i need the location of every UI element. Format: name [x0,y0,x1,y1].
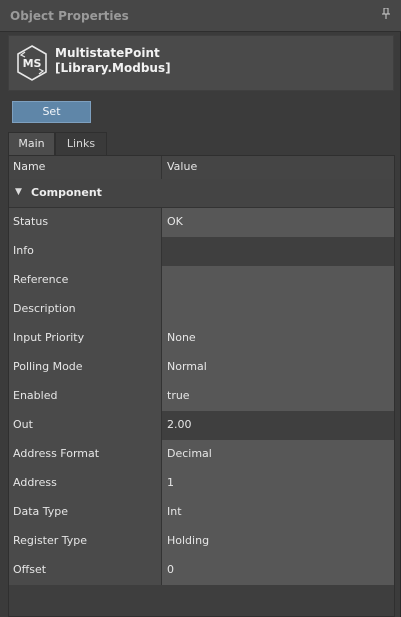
property-name: Status [9,208,162,237]
collapse-arrow-icon[interactable]: ▼ [15,187,22,197]
property-tabs: Main Links [8,132,394,156]
property-value[interactable]: 0 [162,556,394,585]
group-label: Component [31,186,102,199]
table-row[interactable]: Enabled true [9,382,394,411]
table-row[interactable]: Offset 0 [9,556,394,585]
panel-titlebar: Object Properties [0,0,401,32]
table-row[interactable]: Input Priority None [9,324,394,353]
property-value[interactable]: Normal [162,353,394,382]
object-header: MS MultistatePoint [Library.Modbus] [8,35,394,91]
tab-links[interactable]: Links [55,132,107,156]
table-row[interactable]: Polling Mode Normal [9,353,394,382]
table-row[interactable]: Info [9,237,394,266]
property-name: Register Type [9,527,162,556]
panel-title: Object Properties [10,9,129,23]
property-value[interactable]: Int [162,498,394,527]
group-component[interactable]: ▼ Component [9,179,394,208]
property-value[interactable]: Decimal [162,440,394,469]
tab-main[interactable]: Main [8,132,55,156]
table-row[interactable]: Address Format Decimal [9,440,394,469]
property-name: Description [9,295,162,324]
table-row[interactable]: Out 2.00 [9,411,394,440]
property-value[interactable] [162,237,394,266]
property-value[interactable]: 1 [162,469,394,498]
table-row[interactable]: Reference [9,266,394,295]
object-properties-panel: Object Properties MS MultistatePoint [Li… [0,0,401,617]
ms-icon-label: MS [23,57,42,70]
pin-icon[interactable] [381,7,391,22]
property-value[interactable] [162,266,394,295]
table-row[interactable]: Data Type Int [9,498,394,527]
set-button[interactable]: Set [12,101,91,123]
property-name: Offset [9,556,162,585]
object-type-label: MultistatePoint [55,46,160,60]
property-name: Data Type [9,498,162,527]
object-library-label: [Library.Modbus] [55,61,171,75]
property-value[interactable] [162,295,394,324]
property-value[interactable]: None [162,324,394,353]
grid-header: Name Value [9,156,394,179]
table-row[interactable]: Register Type Holding [9,527,394,556]
property-name: Input Priority [9,324,162,353]
property-name: Enabled [9,382,162,411]
property-value[interactable]: 2.00 [162,411,394,440]
table-row[interactable]: Address 1 [9,469,394,498]
property-name: Polling Mode [9,353,162,382]
table-row[interactable]: Status OK [9,208,394,237]
multistate-point-icon: MS [15,44,49,82]
property-grid: Name Value ▼ Component Status OK Info Re… [8,155,395,617]
property-name: Address Format [9,440,162,469]
column-header-value: Value [162,156,394,179]
property-name: Address [9,469,162,498]
property-value[interactable]: Holding [162,527,394,556]
property-value[interactable]: true [162,382,394,411]
property-name: Out [9,411,162,440]
property-name: Info [9,237,162,266]
table-row[interactable]: Description [9,295,394,324]
property-name: Reference [9,266,162,295]
object-name: MultistatePoint [Library.Modbus] [55,46,171,76]
property-value[interactable]: OK [162,208,394,237]
column-header-name: Name [9,156,162,179]
